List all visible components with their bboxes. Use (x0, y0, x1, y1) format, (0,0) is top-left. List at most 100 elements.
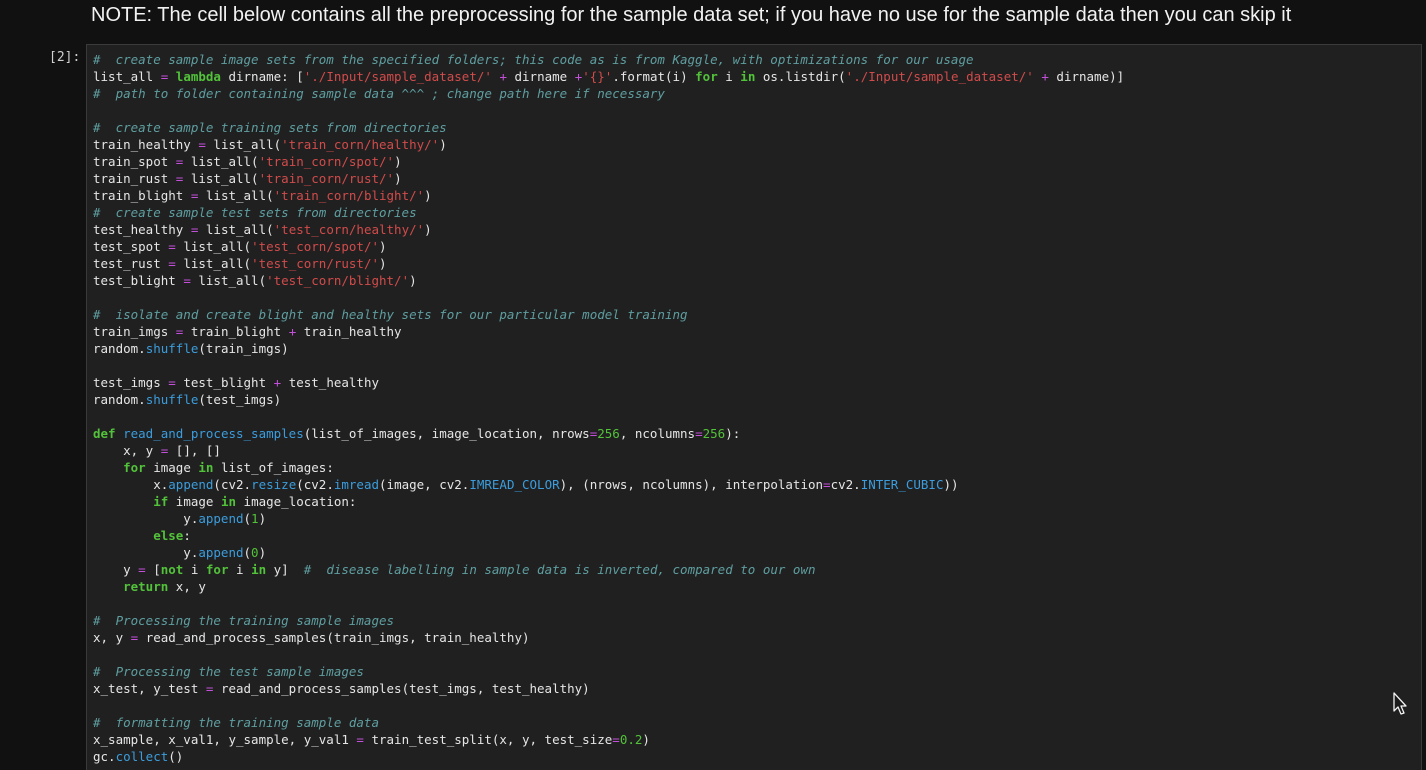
code-token-text: gc. (93, 749, 116, 764)
code-token-comment: # isolate and create blight and healthy … (93, 307, 688, 322)
code-token-text: x_test, y_test (93, 681, 206, 696)
code-token-keyword: in (740, 69, 756, 84)
code-line: if image in image_location: (93, 493, 1124, 510)
code-token-operator: = (356, 732, 364, 747)
code-token-keyword: for (123, 460, 146, 475)
code-line: random.shuffle(test_imgs) (93, 391, 1124, 408)
code-token-func: IMREAD_COLOR (469, 477, 560, 492)
code-line: test_imgs = test_blight + test_healthy (93, 374, 1124, 391)
code-token-number: 256 (702, 426, 726, 441)
code-line: train_imgs = train_blight + train_health… (93, 323, 1124, 340)
code-token-string: './Input/sample_dataset/' (845, 69, 1034, 84)
code-token-string: '{}' (582, 69, 613, 84)
code-token-text: test_healthy (281, 375, 380, 390)
code-token-text: list_all( (175, 256, 252, 271)
code-token-text: train_rust (93, 171, 176, 186)
code-line: test_healthy = list_all('test_corn/healt… (93, 221, 1124, 238)
code-line: # create sample test sets from directori… (93, 204, 1124, 221)
markdown-cell[interactable]: NOTE: The cell below contains all the pr… (0, 0, 1426, 42)
code-line: # path to folder containing sample data … (93, 85, 1124, 102)
code-token-text: ) (258, 545, 267, 560)
notebook-page: NOTE: The cell below contains all the pr… (0, 0, 1426, 770)
code-block[interactable]: # create sample image sets from the spec… (93, 51, 1124, 765)
code-token-text: image (145, 460, 199, 475)
code-editor[interactable]: # create sample image sets from the spec… (86, 44, 1422, 770)
code-cell[interactable]: [2]: # create sample image sets from the… (0, 42, 1426, 770)
code-token-text: ) (642, 732, 650, 747)
code-token-keyword: lambda (175, 69, 221, 84)
code-token-operator: + (1041, 69, 1049, 84)
code-token-text: list_all( (190, 273, 267, 288)
code-token-func: shuffle (145, 341, 199, 356)
code-line: # isolate and create blight and healthy … (93, 306, 1124, 323)
code-token-keyword: for (695, 69, 718, 84)
markdown-note: NOTE: The cell below contains all the pr… (91, 4, 1292, 26)
code-token-text: test_spot (93, 239, 169, 254)
code-token-text: (test_imgs) (198, 392, 282, 407)
code-token-func: append (198, 545, 244, 560)
code-token-text: dirname: [ (220, 69, 304, 84)
code-token-text: random. (93, 392, 146, 407)
code-token-text: test_blight (175, 375, 274, 390)
code-token-text: [ (145, 562, 161, 577)
code-token-text: train_test_split(x, y, test_size (363, 732, 613, 747)
code-line: # formatting the training sample data (93, 714, 1124, 731)
code-token-keyword: for (205, 562, 229, 577)
code-token-text: i (183, 562, 206, 577)
code-token-text: (list_of_images, image_location, nrows (303, 426, 590, 441)
code-token-string: 'test_corn/blight/' (266, 273, 410, 288)
code-token-text: read_and_process_samples(train_imgs, tra… (138, 630, 530, 645)
code-line: x, y = read_and_process_samples(train_im… (93, 629, 1124, 646)
code-token-func: resize (251, 477, 297, 492)
code-line: list_all = lambda dirname: ['./Input/sam… (93, 68, 1124, 85)
code-token-text: ) (394, 154, 402, 169)
code-token-text: y. (93, 511, 199, 526)
code-token-text: list_all( (175, 239, 252, 254)
code-line: else: (93, 527, 1124, 544)
code-token-text: train_blight (93, 188, 191, 203)
code-token-func: imread (333, 477, 380, 492)
code-token-text: (image, cv2. (379, 477, 470, 492)
code-token-operator: = (823, 477, 831, 492)
code-token-string: 'train_corn/blight/' (273, 188, 425, 203)
code-token-text: x, y (93, 443, 161, 458)
code-token-keyword: in (198, 460, 214, 475)
code-line: # create sample training sets from direc… (93, 119, 1124, 136)
code-line: train_healthy = list_all('train_corn/hea… (93, 136, 1124, 153)
code-token-text: ) (439, 137, 447, 152)
mouse-pointer-icon (1393, 692, 1407, 715)
code-token-text: train_spot (93, 154, 176, 169)
code-token-text: ) (258, 511, 267, 526)
code-line: def read_and_process_samples(list_of_ima… (93, 425, 1124, 442)
code-line: test_spot = list_all('test_corn/spot/') (93, 238, 1124, 255)
code-token-text: image_location: (236, 494, 357, 509)
code-token-text: x, y (168, 579, 206, 594)
code-token-string: 'test_corn/spot/' (251, 239, 379, 254)
code-token-text: ), (nrows, ncolumns), interpolation (559, 477, 824, 492)
code-token-string: 'train_corn/rust/' (258, 171, 395, 186)
code-token-func: append (168, 477, 214, 492)
code-line: test_rust = list_all('test_corn/rust/') (93, 255, 1124, 272)
code-token-keyword: def (93, 426, 116, 441)
code-token-text: train_healthy (296, 324, 402, 339)
code-token-text: y] (266, 562, 304, 577)
code-token-operator: + (499, 69, 507, 84)
code-line: x_sample, x_val1, y_sample, y_val1 = tra… (93, 731, 1124, 748)
code-token-operator: = (198, 137, 206, 152)
code-token-text: [], [] (168, 443, 221, 458)
code-token-text: os.listdir( (755, 69, 846, 84)
code-token-func: read_and_process_samples (123, 426, 304, 441)
code-token-text: y. (93, 545, 199, 560)
code-token-text: , ncolumns (619, 426, 696, 441)
code-token-text: test_healthy (93, 222, 191, 237)
